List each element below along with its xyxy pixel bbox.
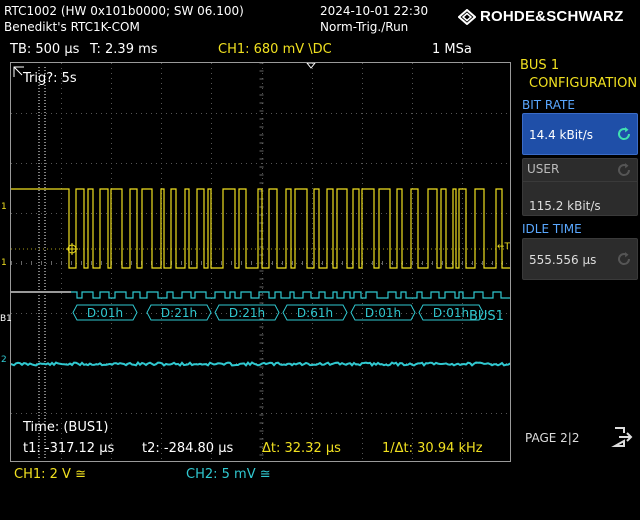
user-bitrate-button[interactable]: USER 115.2 kBit/s xyxy=(522,158,638,216)
idle-time-label: IDLE TIME xyxy=(522,222,582,236)
ch1-scale[interactable]: CH1: 2 V ≅ xyxy=(14,467,86,482)
trigger-level-marker: ←T xyxy=(497,242,511,252)
refresh-icon xyxy=(618,252,631,265)
cursor-source: Time: (BUS1) xyxy=(23,420,109,435)
trigger-mode[interactable]: Norm-Trig./Run xyxy=(320,20,408,34)
bitrate-label: BIT RATE xyxy=(522,98,575,112)
bus-frame-label: D:21h xyxy=(229,306,265,320)
idle-time-button[interactable]: 555.556 µs xyxy=(522,238,638,280)
bitrate-value: 14.4 kBit/s xyxy=(529,128,594,142)
sample-rate: 1 MSa xyxy=(432,42,472,57)
brand-name: ROHDE&SCHWARZ xyxy=(480,8,624,25)
trigger-timeout: Trig?: 5s xyxy=(23,71,77,86)
bus1-marker[interactable]: B1 xyxy=(0,314,12,324)
bitrate-select-button[interactable]: 14.4 kBit/s xyxy=(522,113,638,155)
user-divider xyxy=(523,181,637,182)
date-time: 2024-10-01 22:30 xyxy=(320,4,429,18)
device-info: RTC1002 (HW 0x101b0000; SW 06.100) xyxy=(4,4,244,18)
device-owner: Benedikt's RTC1K-COM xyxy=(4,20,140,34)
ch2-offset-marker[interactable]: 2 xyxy=(1,355,7,365)
panel-title-config: CONFIGURATION xyxy=(529,76,638,91)
user-label: USER xyxy=(527,162,560,176)
timebase[interactable]: TB: 500 µs xyxy=(10,42,79,57)
trigger-position-arrow-icon xyxy=(306,63,316,69)
cursor-t1-value: t1: -317.12 µs xyxy=(23,441,115,456)
bus-frame-label: D:61h xyxy=(297,306,333,320)
ch1-offset-marker[interactable]: 1 xyxy=(1,202,7,212)
cursor-delta-value: Δt: 32.32 µs xyxy=(262,441,341,456)
waveform-display[interactable]: D:01h D:21h D:21h D:61h D:01h D:01h Trig?: 5s… xyxy=(10,62,511,462)
refresh-icon xyxy=(618,127,631,140)
refresh-icon xyxy=(618,163,631,176)
bus-digital-trace xyxy=(71,291,510,299)
bus-frame-label: D:01h xyxy=(87,306,123,320)
user-bitrate-value: 115.2 kBit/s xyxy=(529,199,601,213)
cursor-frequency-value: 1/Δt: 30.94 kHz xyxy=(382,441,483,456)
exit-icon[interactable] xyxy=(609,424,635,450)
bus-decode-row: D:01h D:21h D:21h D:61h D:01h D:01h xyxy=(72,304,484,321)
ch1-waveform xyxy=(11,188,510,269)
trigger-time[interactable]: T: 2.39 ms xyxy=(90,42,158,57)
rohde-schwarz-logo-icon xyxy=(458,8,476,25)
grid xyxy=(11,63,510,461)
cursor-t2-value: t2: -284.80 µs xyxy=(142,441,234,456)
ch2-scale[interactable]: CH2: 5 mV ≅ xyxy=(186,467,271,482)
brand-logo: ROHDE&SCHWARZ xyxy=(458,8,623,25)
bus-frame-label: D:01h xyxy=(433,306,469,320)
idle-time-value: 555.556 µs xyxy=(529,253,597,267)
waveform-canvas: D:01h D:21h D:21h D:61h D:01h D:01h xyxy=(11,63,510,461)
ch1-trigger-info[interactable]: CH1: 680 mV \DC xyxy=(218,42,332,57)
bus-frame-label: D:01h xyxy=(365,306,401,320)
page-indicator[interactable]: PAGE 2|2 xyxy=(525,431,579,445)
panel-title-bus: BUS 1 xyxy=(520,58,560,73)
bus-frame-label: D:21h xyxy=(161,306,197,320)
ch1-ground-marker[interactable]: 1 xyxy=(1,258,7,268)
bus-label: BUS1 xyxy=(469,309,504,324)
ch2-waveform xyxy=(11,361,510,367)
